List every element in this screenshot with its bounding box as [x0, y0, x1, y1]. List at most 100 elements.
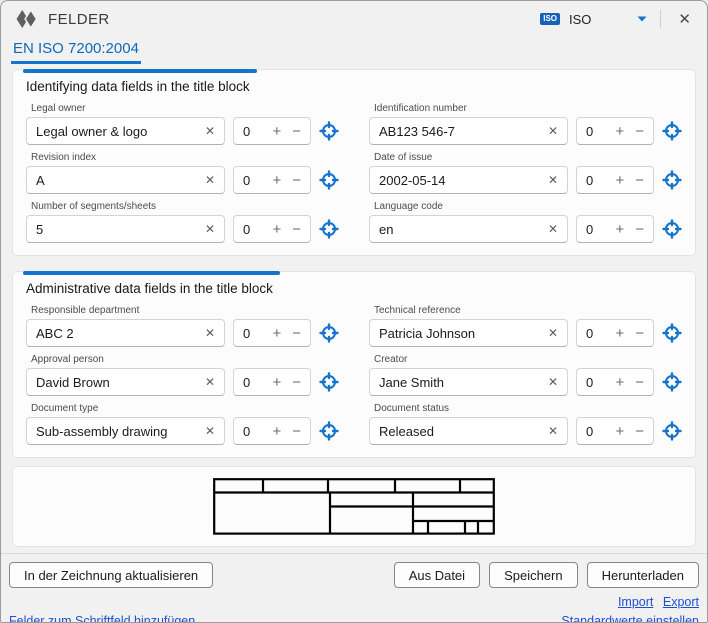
field-count-stepper[interactable]: 0 + −	[233, 319, 311, 347]
chevron-down-icon[interactable]	[637, 16, 647, 22]
set-defaults-link[interactable]: Standardwerte einstellen	[561, 614, 699, 623]
export-link[interactable]: Export	[663, 595, 699, 609]
pick-position-icon[interactable]	[662, 219, 682, 239]
decrement-icon[interactable]: −	[292, 124, 301, 139]
field-count-stepper[interactable]: 0 + −	[576, 368, 654, 396]
pick-position-icon[interactable]	[319, 170, 339, 190]
field-count-stepper[interactable]: 0 + −	[233, 368, 311, 396]
field-text-input[interactable]: Patricia Johnson ✕	[369, 319, 568, 347]
decrement-icon[interactable]: −	[635, 424, 644, 439]
field-text-input[interactable]: Jane Smith ✕	[369, 368, 568, 396]
field-text-input[interactable]: ABC 2 ✕	[26, 319, 225, 347]
clear-icon[interactable]: ✕	[205, 222, 215, 236]
field-text-input[interactable]: 5 ✕	[26, 215, 225, 243]
download-button[interactable]: Herunterladen	[587, 562, 699, 588]
decrement-icon[interactable]: −	[635, 173, 644, 188]
decrement-icon[interactable]: −	[635, 375, 644, 390]
field-count-stepper[interactable]: 0 + −	[233, 166, 311, 194]
increment-icon[interactable]: +	[615, 326, 624, 341]
stepper-value: 0	[243, 424, 272, 439]
increment-icon[interactable]: +	[272, 375, 281, 390]
increment-icon[interactable]: +	[272, 173, 281, 188]
decrement-icon[interactable]: −	[292, 326, 301, 341]
increment-icon[interactable]: +	[615, 222, 624, 237]
clear-icon[interactable]: ✕	[205, 173, 215, 187]
field-count-stepper[interactable]: 0 + −	[576, 166, 654, 194]
field-count-stepper[interactable]: 0 + −	[233, 417, 311, 445]
update-in-drawing-button[interactable]: In der Zeichnung aktualisieren	[9, 562, 213, 588]
close-icon[interactable]: ✕	[672, 8, 697, 30]
field-row: Jane Smith ✕ 0 + −	[369, 368, 682, 396]
field-count-stepper[interactable]: 0 + −	[576, 215, 654, 243]
save-button[interactable]: Speichern	[489, 562, 578, 588]
field-count-stepper[interactable]: 0 + −	[233, 117, 311, 145]
field-count-stepper[interactable]: 0 + −	[576, 319, 654, 347]
field-group: Creator Jane Smith ✕ 0 + −	[369, 354, 682, 396]
field-text-input[interactable]: Legal owner & logo ✕	[26, 117, 225, 145]
pick-position-icon[interactable]	[319, 219, 339, 239]
decrement-icon[interactable]: −	[292, 173, 301, 188]
pick-position-icon[interactable]	[662, 121, 682, 141]
fields-grid: Legal owner Legal owner & logo ✕ 0 + −	[26, 103, 682, 243]
clear-icon[interactable]: ✕	[205, 424, 215, 438]
tab-en-iso-7200[interactable]: EN ISO 7200:2004	[11, 37, 141, 64]
field-label: Document status	[374, 403, 682, 414]
field-label: Legal owner	[31, 103, 339, 114]
import-link[interactable]: Import	[618, 595, 653, 609]
standard-select-value[interactable]: ISO	[569, 12, 591, 27]
pick-position-icon[interactable]	[662, 421, 682, 441]
field-count-stepper[interactable]: 0 + −	[233, 215, 311, 243]
add-fields-to-titleblock-link[interactable]: Felder zum Schriftfeld hinzufügen	[9, 614, 195, 623]
field-text-input[interactable]: Released ✕	[369, 417, 568, 445]
field-value: Legal owner & logo	[36, 124, 199, 139]
field-count-stepper[interactable]: 0 + −	[576, 417, 654, 445]
pick-position-icon[interactable]	[662, 372, 682, 392]
increment-icon[interactable]: +	[272, 424, 281, 439]
clear-icon[interactable]: ✕	[548, 124, 558, 138]
increment-icon[interactable]: +	[615, 424, 624, 439]
field-text-input[interactable]: en ✕	[369, 215, 568, 243]
decrement-icon[interactable]: −	[292, 375, 301, 390]
clear-icon[interactable]: ✕	[205, 326, 215, 340]
clear-icon[interactable]: ✕	[205, 124, 215, 138]
pick-position-icon[interactable]	[319, 121, 339, 141]
field-text-input[interactable]: AB123 546-7 ✕	[369, 117, 568, 145]
clear-icon[interactable]: ✕	[548, 326, 558, 340]
field-text-input[interactable]: Sub-assembly drawing ✕	[26, 417, 225, 445]
clear-icon[interactable]: ✕	[548, 375, 558, 389]
increment-icon[interactable]: +	[272, 326, 281, 341]
titlebar-right: ISO ISO ✕	[540, 8, 697, 30]
clear-icon[interactable]: ✕	[548, 173, 558, 187]
increment-icon[interactable]: +	[615, 173, 624, 188]
field-group: Identification number AB123 546-7 ✕ 0 + …	[369, 103, 682, 145]
footer-buttons-row: In der Zeichnung aktualisieren Aus Datei…	[9, 562, 699, 588]
from-file-button[interactable]: Aus Datei	[394, 562, 480, 588]
field-count-stepper[interactable]: 0 + −	[576, 117, 654, 145]
field-text-input[interactable]: 2002-05-14 ✕	[369, 166, 568, 194]
pick-position-icon[interactable]	[662, 323, 682, 343]
decrement-icon[interactable]: −	[292, 424, 301, 439]
pick-position-icon[interactable]	[319, 323, 339, 343]
field-text-input[interactable]: A ✕	[26, 166, 225, 194]
decrement-icon[interactable]: −	[635, 124, 644, 139]
decrement-icon[interactable]: −	[635, 222, 644, 237]
field-text-input[interactable]: David Brown ✕	[26, 368, 225, 396]
increment-icon[interactable]: +	[272, 222, 281, 237]
increment-icon[interactable]: +	[272, 124, 281, 139]
field-label: Identification number	[374, 103, 682, 114]
clear-icon[interactable]: ✕	[548, 424, 558, 438]
pick-position-icon[interactable]	[319, 421, 339, 441]
increment-icon[interactable]: +	[615, 375, 624, 390]
pick-position-icon[interactable]	[662, 170, 682, 190]
section-title: Identifying data fields in the title blo…	[26, 79, 682, 94]
increment-icon[interactable]: +	[615, 124, 624, 139]
decrement-icon[interactable]: −	[635, 326, 644, 341]
clear-icon[interactable]: ✕	[205, 375, 215, 389]
field-value: Jane Smith	[379, 375, 542, 390]
stepper-value: 0	[586, 173, 615, 188]
field-row: Legal owner & logo ✕ 0 + −	[26, 117, 339, 145]
decrement-icon[interactable]: −	[292, 222, 301, 237]
pick-position-icon[interactable]	[319, 372, 339, 392]
clear-icon[interactable]: ✕	[548, 222, 558, 236]
field-group: Date of issue 2002-05-14 ✕ 0 + −	[369, 152, 682, 194]
